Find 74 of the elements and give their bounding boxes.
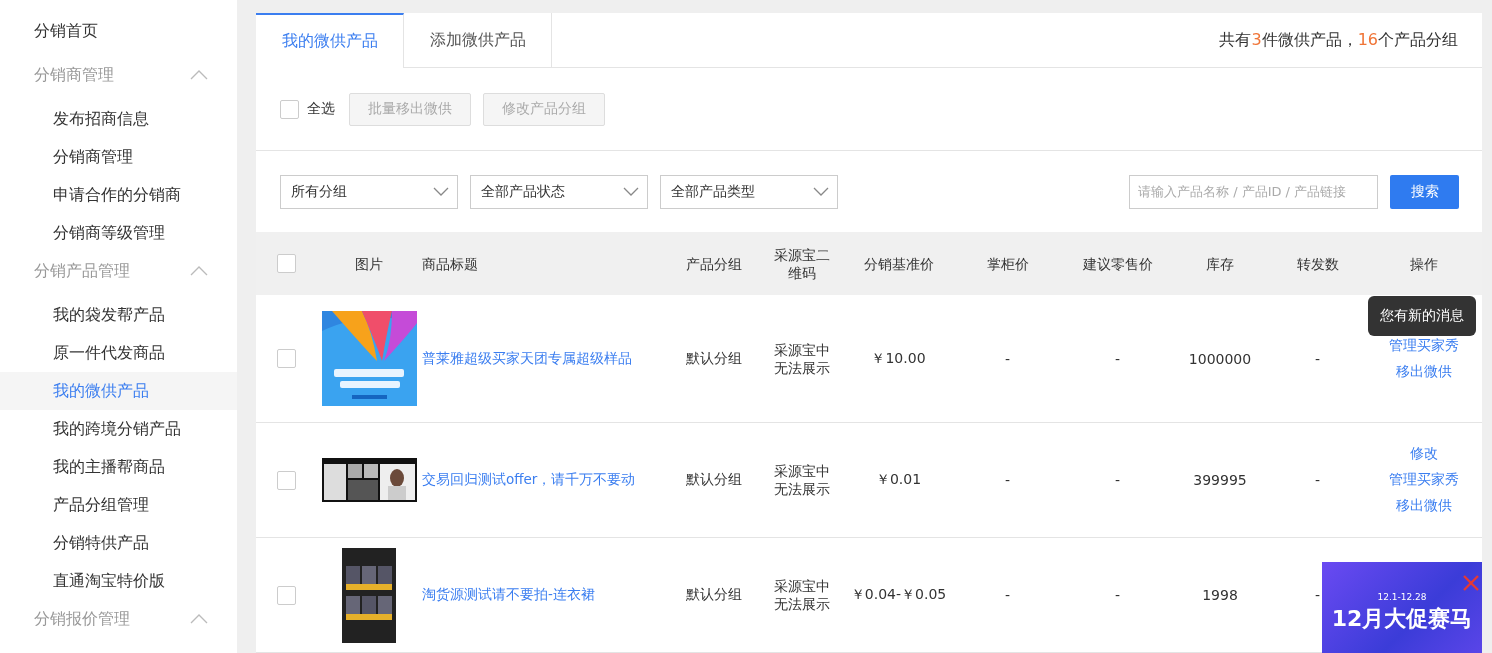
sidebar-item[interactable]: 分销商等级管理 — [0, 214, 237, 252]
chevron-down-icon — [813, 186, 829, 197]
sidebar-item[interactable]: 发布招商信息 — [0, 100, 237, 138]
action-link[interactable]: 管理买家秀 — [1388, 471, 1459, 489]
checkbox[interactable] — [276, 349, 296, 368]
table-cell: 1998 — [1202, 587, 1238, 603]
table-cell: - — [1004, 472, 1011, 488]
action-link[interactable]: 修改 — [1409, 445, 1438, 463]
sidebar-item[interactable]: 我的跨境分销产品 — [0, 410, 237, 448]
sidebar-item[interactable]: 我的主播帮商品 — [0, 448, 237, 486]
promo-dates: 12.1-12.28 — [1376, 592, 1428, 602]
table-cell: - — [1314, 350, 1321, 367]
column-header: 掌柜价 — [986, 254, 1029, 273]
column-header: 转发数 — [1296, 254, 1339, 273]
column-header: 产品分组 — [685, 254, 742, 273]
sidebar-item[interactable]: 分销特供产品 — [0, 524, 237, 562]
message-tooltip: 您有新的消息 — [1368, 296, 1476, 336]
column-header: 商品标题 — [422, 254, 478, 273]
table-cell: ￥0.04-￥0.05 — [850, 586, 947, 604]
checkbox-label: 全选 — [307, 100, 335, 118]
table-cell-text: 采源宝中无法展示 — [773, 340, 831, 377]
tab[interactable]: 添加微供产品 — [404, 13, 552, 67]
close-icon[interactable] — [1462, 574, 1480, 592]
table-cell: - — [1314, 472, 1321, 488]
column-header: 采源宝二维码 — [773, 245, 831, 282]
table-cell: - — [1114, 472, 1121, 488]
summary-text: 共有3件微供产品，16个产品分组 — [1219, 29, 1459, 51]
chevron-down-icon — [433, 186, 449, 197]
tab[interactable]: 我的微供产品 — [256, 13, 404, 68]
dropdown[interactable]: 所有分组 — [280, 174, 458, 209]
sidebar-item[interactable]: 产品分组管理 — [0, 486, 237, 524]
sidebar-item[interactable]: 申请合作的分销商 — [0, 176, 237, 214]
dropdown[interactable]: 全部产品类型 — [660, 174, 838, 209]
column-header: 库存 — [1206, 254, 1234, 273]
promo-banner[interactable]: 12.1-12.28 12月大促赛马 — [1322, 562, 1482, 653]
checkbox[interactable] — [276, 585, 296, 605]
table-cell-text: 采源宝中无法展示 — [773, 462, 831, 498]
column-header: 操作 — [1409, 254, 1438, 273]
column-header: 图片 — [355, 254, 383, 273]
table-cell: - — [1314, 587, 1321, 603]
table-cell: 399995 — [1193, 472, 1247, 488]
table-cell-text: 采源宝中无法展示 — [773, 577, 831, 613]
sidebar-item[interactable]: 原一件代发商品 — [0, 334, 237, 372]
search-button[interactable]: 搜索 — [1390, 174, 1459, 209]
product-title-link[interactable]: 交易回归测试offer，请千万不要动 — [422, 471, 636, 489]
checkbox[interactable] — [276, 254, 296, 273]
table-cell: ￥10.00 — [871, 349, 926, 368]
sidebar-item[interactable]: 直通淘宝特价版 — [0, 562, 237, 600]
search-field[interactable]: 请输入产品名称 / 产品ID / 产品链接 — [1129, 174, 1378, 209]
column-header: 分销基准价 — [863, 254, 934, 273]
action-link[interactable]: 移出微供 — [1395, 497, 1452, 515]
table-cell: - — [1114, 350, 1121, 367]
product-title-link[interactable]: 普莱雅超级买家天团专属超级样品 — [422, 349, 632, 368]
product-title-link[interactable]: 淘货源测试请不要拍-连衣裙 — [422, 586, 595, 604]
checkbox[interactable] — [280, 99, 299, 119]
table-cell: - — [1004, 350, 1011, 367]
checkbox[interactable] — [276, 470, 296, 490]
action-link[interactable]: 移出微供 — [1395, 362, 1452, 381]
table-cell: 默认分组 — [685, 349, 742, 368]
sidebar-item[interactable]: 我的微供产品 — [0, 372, 237, 410]
promo-title: 12月大促赛马 — [1330, 605, 1474, 633]
action-link[interactable]: 管理买家秀 — [1388, 336, 1459, 355]
table-cell: - — [1004, 587, 1011, 603]
column-header: 建议零售价 — [1082, 254, 1153, 273]
sidebar-item[interactable]: 我的袋发帮产品 — [0, 296, 237, 334]
table-cell: 默认分组 — [685, 471, 742, 489]
sidebar-item[interactable]: 分销首页 — [0, 12, 237, 50]
sidebar-item[interactable]: 分销商管理 — [0, 138, 237, 176]
table-cell: 1000000 — [1188, 350, 1252, 367]
dropdown[interactable]: 全部产品状态 — [470, 174, 648, 209]
table-cell: 默认分组 — [685, 586, 742, 604]
table-cell: - — [1114, 587, 1121, 603]
chevron-down-icon — [623, 186, 639, 197]
table-cell: ￥0.01 — [875, 471, 922, 489]
